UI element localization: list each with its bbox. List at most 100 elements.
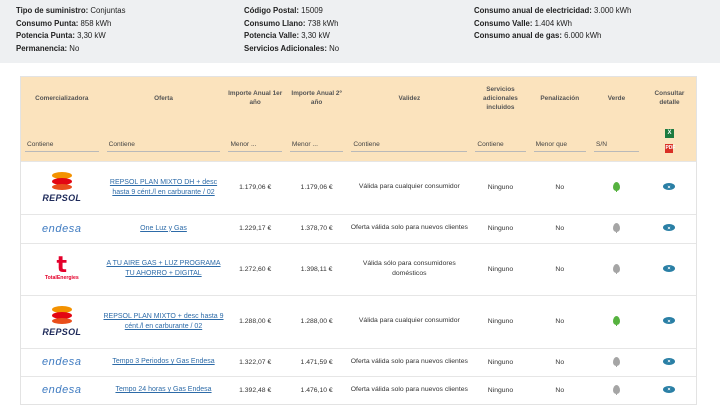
cell-oferta: Tempo 24 horas y Gas Endesa — [102, 375, 225, 404]
summary-label: Potencia Punta: — [16, 31, 75, 40]
offer-link[interactable]: One Luz y Gas — [103, 224, 225, 234]
summary-column-1: Tipo de suministro: Conjuntas Consumo Pun… — [16, 5, 125, 55]
summary-label: Consumo Llano: — [244, 18, 306, 28]
filter-verde[interactable]: S/N — [593, 127, 639, 153]
repsol-logo: REPSOL — [21, 306, 103, 337]
cell-importe-2: 1.179,06 € — [285, 160, 348, 214]
summary-value: 15009 — [299, 6, 323, 15]
cell-verde — [589, 242, 643, 295]
cell-penalizacion: No — [529, 160, 590, 214]
cell-servicios: Ninguno — [471, 242, 530, 295]
summary-label: Consumo Valle: — [474, 18, 533, 28]
cell-comercializadora: endesa — [21, 347, 103, 376]
cell-comercializadora: t TotalEnergies — [21, 242, 103, 295]
offer-link[interactable]: REPSOL PLAN MIXTO + desc hasta 9 cént./l… — [103, 312, 225, 332]
offer-link[interactable]: REPSOL PLAN MIXTO DH + desc hasta 9 cént… — [103, 178, 225, 198]
summary-value: 6.000 kWh — [561, 31, 602, 40]
table-row: endesa Tempo 3 Periodos y Gas Endesa 1.322… — [21, 347, 696, 376]
green-energy-leaf-icon — [612, 182, 620, 192]
summary-item: Consumo Llano: 738 kWh — [244, 18, 339, 31]
cell-comercializadora: REPSOL — [21, 294, 103, 348]
cell-penalizacion: No — [529, 213, 590, 243]
cell-consultar — [642, 294, 696, 348]
cell-verde — [589, 294, 643, 348]
cell-oferta: REPSOL PLAN MIXTO DH + desc hasta 9 cént… — [102, 160, 225, 214]
excel-export-icon[interactable]: X — [664, 128, 674, 138]
cell-penalizacion: No — [529, 375, 590, 404]
cell-oferta: REPSOL PLAN MIXTO + desc hasta 9 cént./l… — [102, 294, 225, 348]
view-detail-eye-icon[interactable] — [663, 224, 676, 231]
cell-servicios: Ninguno — [471, 347, 530, 376]
filter-importe-2[interactable]: Menor ... — [289, 127, 344, 153]
endesa-wordmark: endesa — [41, 356, 82, 368]
green-energy-leaf-icon — [612, 263, 620, 274]
endesa-logo: endesa — [21, 356, 103, 368]
header-verde[interactable]: Verde — [589, 77, 643, 119]
filter-oferta[interactable]: Contiene — [106, 127, 221, 153]
filter-validez[interactable]: Contiene — [351, 127, 468, 153]
cell-penalizacion: No — [529, 242, 590, 295]
cell-importe-1: 1.322,07 € — [224, 347, 286, 376]
endesa-wordmark: endesa — [41, 222, 82, 235]
totalenergies-wordmark: TotalEnergies — [44, 275, 79, 281]
header-servicios[interactable]: Servicios adicionales incluidos — [471, 77, 530, 119]
cell-verde — [589, 347, 643, 376]
view-detail-eye-icon[interactable] — [663, 357, 676, 365]
header-oferta[interactable]: Oferta — [102, 77, 225, 119]
cell-importe-2: 1.288,00 € — [285, 294, 348, 348]
view-detail-eye-icon[interactable] — [663, 317, 676, 324]
offer-link[interactable]: Tempo 3 Periodos y Gas Endesa — [103, 357, 225, 367]
cell-validez: Válida sólo para consumidores domésticos — [347, 242, 472, 295]
filter-comercializadora[interactable]: Contiene — [25, 127, 99, 153]
cell-importe-1: 1.288,00 € — [224, 294, 286, 348]
cell-servicios: Ninguno — [471, 375, 530, 404]
summary-value: 3,30 kW — [74, 31, 106, 40]
summary-item: Consumo Punta: 858 kWh — [16, 18, 125, 31]
table-row: REPSOL REPSOL PLAN MIXTO + desc hasta 9 c… — [21, 294, 696, 348]
view-detail-eye-icon[interactable] — [663, 385, 676, 393]
cell-penalizacion: No — [529, 294, 590, 348]
offer-link[interactable]: Tempo 24 horas y Gas Endesa — [103, 385, 225, 395]
summary-label: Código Postal: — [244, 6, 300, 15]
offer-link[interactable]: A TU AIRE GAS + LUZ PROGRAMA TU AHORRO +… — [103, 259, 225, 279]
cell-validez: Válida para cualquier consumidor — [347, 294, 472, 348]
view-detail-eye-icon[interactable] — [663, 264, 676, 272]
cell-penalizacion: No — [529, 347, 590, 376]
cell-validez: Oferta válida solo para nuevos clientes — [347, 347, 472, 376]
header-penalizacion[interactable]: Penalización — [529, 77, 590, 119]
cell-validez: Oferta válida solo para nuevos clientes — [347, 375, 472, 404]
summary-label: Consumo anual de gas: — [474, 31, 562, 40]
header-comercializadora[interactable]: Comercializadora — [21, 77, 103, 119]
filter-penalizacion[interactable]: Menor que — [533, 127, 586, 153]
view-detail-eye-icon[interactable] — [663, 183, 676, 190]
summary-item: Tipo de suministro: Conjuntas — [16, 5, 125, 18]
header-row: Comercializadora Oferta Importe Anual 1e… — [21, 77, 696, 119]
filter-row: Contiene Contiene Menor ... Menor ... Co… — [21, 119, 696, 161]
totalenergies-logo: t TotalEnergies — [21, 255, 103, 282]
cell-comercializadora: REPSOL — [21, 160, 103, 214]
repsol-flame-icon — [49, 172, 75, 192]
header-validez[interactable]: Validez — [347, 77, 472, 119]
cell-consultar — [642, 347, 696, 376]
repsol-flame-icon — [49, 306, 75, 326]
filter-servicios[interactable]: Contiene — [475, 127, 526, 153]
header-importe-2[interactable]: Importe Anual 2º año — [285, 77, 348, 119]
cell-verde — [589, 213, 643, 243]
header-importe-1[interactable]: Importe Anual 1er año — [224, 77, 286, 119]
green-energy-leaf-icon — [612, 384, 620, 395]
filter-importe-1[interactable]: Menor ... — [228, 127, 282, 153]
summary-item: Potencia Valle: 3,30 kW — [244, 30, 339, 43]
cell-importe-2: 1.398,11 € — [285, 242, 348, 295]
summary-label: Permanencia: — [16, 43, 68, 53]
cell-consultar — [642, 160, 696, 214]
pdf-export-icon[interactable]: PDF — [665, 143, 675, 153]
summary-value: Conjuntas — [88, 6, 126, 15]
summary-value: 3,30 kW — [299, 31, 330, 40]
summary-value: 738 kWh — [305, 18, 339, 28]
endesa-logo: endesa — [21, 223, 103, 235]
cell-consultar — [642, 242, 696, 295]
summary-value: 1.404 kWh — [532, 18, 572, 28]
green-energy-leaf-icon — [612, 223, 620, 233]
repsol-wordmark: REPSOL — [42, 193, 82, 203]
cell-validez: Oferta válida solo para nuevos clientes — [347, 213, 472, 243]
